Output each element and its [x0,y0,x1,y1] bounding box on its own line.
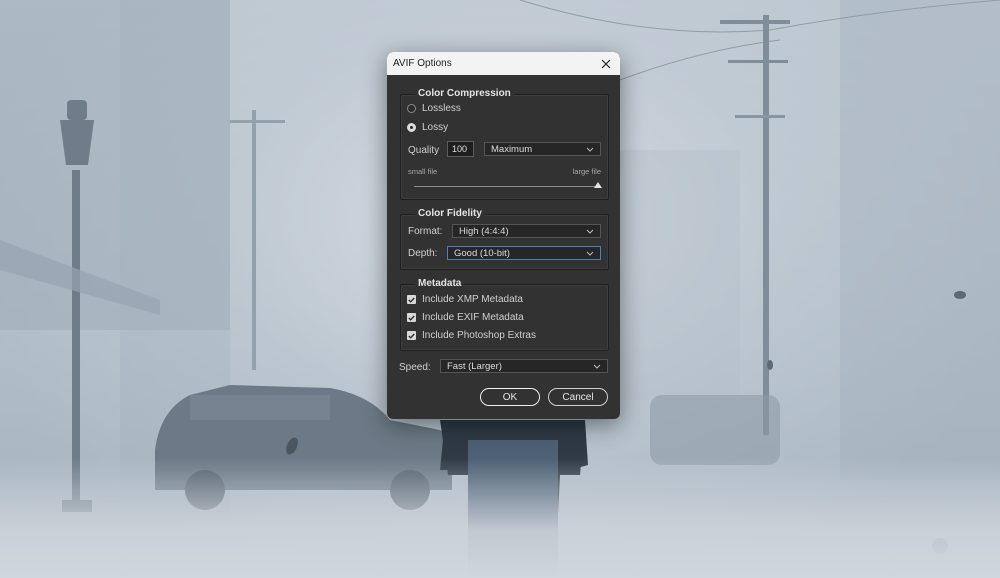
avif-options-dialog: AVIF Options Color Compression Lossless … [387,52,620,419]
chevron-down-icon [593,363,601,369]
fog-ground [0,458,1000,578]
ok-button[interactable]: OK [480,388,540,406]
exif-metadata-checkbox[interactable] [407,313,416,322]
small-file-label: small file [408,167,438,176]
lossy-radio[interactable] [407,123,416,132]
lossless-option[interactable]: Lossless [407,103,461,114]
lossy-label: Lossy [422,122,449,133]
quality-slider-track[interactable] [414,186,598,187]
lossless-label: Lossless [422,103,461,114]
checkmark-icon [408,315,415,321]
depth-value: Good (10-bit) [454,247,510,259]
quality-label: Quality [408,145,440,156]
xmp-metadata-checkbox[interactable] [407,295,416,304]
format-label: Format: [408,226,443,237]
photoshop-extras-label: Include Photoshop Extras [422,330,536,341]
lossless-radio[interactable] [407,104,416,113]
chevron-down-icon [586,250,594,256]
dialog-title: AVIF Options [393,58,452,69]
metadata-group: Metadata Include XMP Metadata Include EX… [400,278,609,351]
lossy-option[interactable]: Lossy [407,122,448,133]
depth-select[interactable]: Good (10-bit) [447,246,601,260]
exif-metadata-label: Include EXIF Metadata [422,312,524,323]
xmp-metadata-label: Include XMP Metadata [422,294,523,305]
depth-label: Depth: [408,248,438,259]
xmp-metadata-option[interactable]: Include XMP Metadata [407,294,523,305]
dialog-titlebar: AVIF Options [387,52,620,75]
checkmark-icon [408,333,415,339]
format-value: High (4:4:4) [459,225,509,237]
speed-value: Fast (Larger) [447,360,502,372]
color-fidelity-title: Color Fidelity [415,208,485,219]
photoshop-extras-checkbox[interactable] [407,331,416,340]
color-fidelity-group: Color Fidelity Format: High (4:4:4) Dept… [400,208,609,270]
quality-slider-thumb[interactable] [594,182,602,188]
exif-metadata-option[interactable]: Include EXIF Metadata [407,312,524,323]
large-file-label: large file [572,167,601,176]
cancel-button[interactable]: Cancel [548,388,608,406]
quality-preset-value: Maximum [491,143,533,155]
format-select[interactable]: High (4:4:4) [452,224,601,238]
close-icon [601,59,611,68]
close-button[interactable] [599,57,613,71]
color-compression-title: Color Compression [415,88,514,99]
chevron-down-icon [586,228,594,234]
quality-preset-select[interactable]: Maximum [484,142,601,156]
checkmark-icon [408,297,415,303]
speed-label: Speed: [399,362,431,373]
chevron-down-icon [586,146,594,152]
color-compression-group: Color Compression Lossless Lossy Quality… [400,88,609,200]
metadata-title: Metadata [415,278,465,289]
photoshop-extras-option[interactable]: Include Photoshop Extras [407,330,536,341]
speed-select[interactable]: Fast (Larger) [440,359,608,373]
quality-input[interactable]: 100 [447,141,474,157]
